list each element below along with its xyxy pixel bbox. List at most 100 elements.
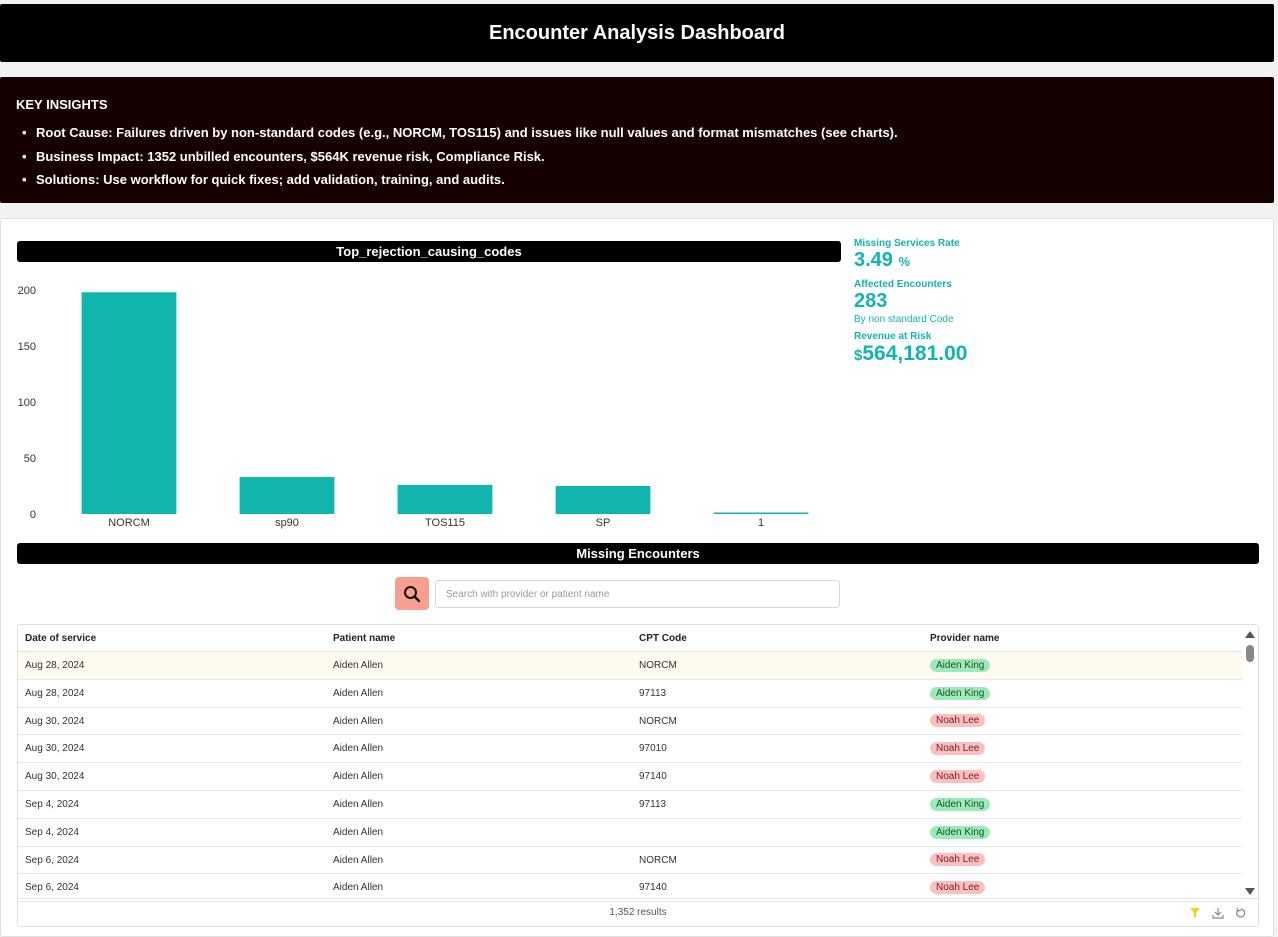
scroll-up-arrow-icon[interactable] bbox=[1245, 631, 1255, 638]
table-row[interactable]: Aug 30, 2024 Aiden Allen 97010 Noah Lee bbox=[18, 735, 1242, 764]
table-scrollbar[interactable] bbox=[1242, 625, 1258, 899]
table-actions bbox=[1187, 905, 1248, 920]
kpi-missing-rate-label: Missing Services Rate bbox=[854, 238, 960, 249]
cell-provider: Noah Lee bbox=[930, 847, 1242, 874]
table-row[interactable]: Aug 28, 2024 Aiden Allen NORCM Aiden King bbox=[18, 652, 1242, 680]
results-count: 1,352 results bbox=[609, 907, 667, 918]
provider-badge: Noah Lee bbox=[930, 881, 986, 895]
cell-date: Aug 30, 2024 bbox=[25, 743, 85, 755]
y-tick-label: 150 bbox=[18, 341, 36, 353]
kpi-revenue: Revenue at Risk $564,181.00 bbox=[854, 331, 1054, 366]
x-tick-label: NORCM bbox=[108, 517, 150, 529]
kpi-revenue-label: Revenue at Risk bbox=[854, 331, 932, 342]
kpi-missing-rate-value: 3.49 % bbox=[854, 249, 1054, 273]
insights-list: Root Cause: Failures driven by non-stand… bbox=[16, 121, 1258, 192]
cell-cpt: NORCM bbox=[639, 854, 677, 866]
scroll-thumb[interactable] bbox=[1246, 645, 1254, 662]
cell-date: Sep 4, 2024 bbox=[25, 826, 79, 838]
kpi-missing-rate-number: 3.49 bbox=[854, 249, 893, 271]
insight-item: Root Cause: Failures driven by non-stand… bbox=[16, 121, 1258, 145]
cell-cpt bbox=[639, 819, 930, 846]
cell-patient: Aiden Allen bbox=[333, 687, 384, 699]
provider-badge: Noah Lee bbox=[930, 714, 986, 728]
x-tick-label: 1 bbox=[758, 517, 764, 529]
table-row[interactable]: Sep 6, 2024 Aiden Allen NORCM Noah Lee bbox=[18, 847, 1242, 875]
cell-date: Aug 30, 2024 bbox=[25, 771, 85, 783]
cell-provider: Noah Lee bbox=[930, 763, 1242, 790]
bar-1[interactable] bbox=[713, 512, 809, 515]
cell-patient: Aiden Allen bbox=[333, 743, 384, 755]
table-row[interactable]: Aug 30, 2024 Aiden Allen 97140 Noah Lee bbox=[18, 763, 1242, 791]
search-button[interactable] bbox=[395, 577, 429, 610]
table-row[interactable]: Aug 30, 2024 Aiden Allen NORCM Noah Lee bbox=[18, 708, 1242, 736]
kpi-affected-value: 283 bbox=[854, 290, 888, 312]
column-header-cpt[interactable]: CPT Code bbox=[639, 625, 930, 651]
table-row[interactable]: Aug 28, 2024 Aiden Allen 97113 Aiden King bbox=[18, 680, 1242, 708]
cell-patient: Aiden Allen bbox=[333, 660, 384, 671]
missing-encounters-table: Date of service Patient name CPT Code Pr… bbox=[17, 624, 1259, 927]
search-icon bbox=[404, 585, 421, 602]
bar-tos115[interactable] bbox=[397, 484, 493, 514]
cell-cpt: 97113 bbox=[639, 687, 667, 699]
cell-date: Sep 4, 2024 bbox=[25, 798, 79, 810]
page-title: Encounter Analysis Dashboard bbox=[489, 21, 785, 44]
rejection-codes-chart: 0 50 100 150 200 NORCM sp90 TOS115 SP 1 bbox=[10, 270, 845, 535]
column-header-patient[interactable]: Patient name bbox=[333, 625, 639, 651]
cell-date: Sep 6, 2024 bbox=[25, 854, 79, 866]
search-input[interactable] bbox=[435, 580, 840, 608]
dashboard-header: Encounter Analysis Dashboard bbox=[0, 4, 1274, 62]
cell-patient: Aiden Allen bbox=[333, 798, 384, 810]
cell-date: Aug 30, 2024 bbox=[25, 715, 85, 727]
provider-badge: Noah Lee bbox=[930, 853, 986, 867]
kpi-panel: Missing Services Rate 3.49 % Affected En… bbox=[854, 238, 1054, 372]
chart-svg: 0 50 100 150 200 NORCM sp90 TOS115 SP 1 bbox=[18, 285, 809, 529]
x-tick-label: sp90 bbox=[275, 517, 299, 529]
bar-norcm[interactable] bbox=[81, 292, 177, 514]
cell-provider: Aiden King bbox=[930, 680, 1242, 707]
missing-encounters-title: Missing Encounters bbox=[17, 543, 1259, 564]
provider-badge: Noah Lee bbox=[930, 770, 986, 784]
table-header: Date of service Patient name CPT Code Pr… bbox=[18, 625, 1242, 652]
x-tick-label: TOS115 bbox=[425, 517, 465, 529]
cell-date: Aug 28, 2024 bbox=[25, 660, 85, 671]
cell-cpt: NORCM bbox=[639, 715, 677, 727]
cell-cpt: 97140 bbox=[639, 771, 667, 783]
cell-patient: Aiden Allen bbox=[333, 715, 384, 727]
y-tick-label: 200 bbox=[18, 285, 36, 297]
cell-provider: Aiden King bbox=[930, 791, 1242, 818]
cell-cpt: 97010 bbox=[639, 743, 667, 755]
table-row[interactable]: Sep 4, 2024 Aiden Allen 97113 Aiden King bbox=[18, 791, 1242, 819]
insight-item: Solutions: Use workflow for quick fixes;… bbox=[16, 168, 1258, 192]
table-footer: 1,352 results bbox=[18, 898, 1258, 926]
cell-patient: Aiden Allen bbox=[333, 854, 384, 866]
provider-badge: Aiden King bbox=[930, 658, 991, 672]
x-tick-label: SP bbox=[596, 517, 611, 529]
provider-badge: Aiden King bbox=[930, 797, 991, 811]
cell-patient: Aiden Allen bbox=[333, 826, 384, 838]
cell-provider: Noah Lee bbox=[930, 735, 1242, 762]
cell-cpt: 97113 bbox=[639, 798, 667, 810]
table-row[interactable]: Sep 4, 2024 Aiden Allen Aiden King bbox=[18, 819, 1242, 847]
provider-badge: Aiden King bbox=[930, 686, 991, 700]
bar-sp[interactable] bbox=[555, 486, 651, 514]
cell-provider: Aiden King bbox=[930, 652, 1242, 679]
table-body: Aug 28, 2024 Aiden Allen NORCM Aiden King Au… bbox=[18, 652, 1258, 903]
kpi-affected-label: Affected Encounters bbox=[854, 279, 952, 290]
kpi-missing-rate: Missing Services Rate 3.49 % bbox=[854, 238, 1054, 273]
cell-provider: Aiden King bbox=[930, 819, 1242, 846]
kpi-affected: Affected Encounters 283 By non standard … bbox=[854, 279, 1054, 325]
y-tick-label: 0 bbox=[30, 509, 36, 521]
bar-sp90[interactable] bbox=[239, 477, 335, 514]
download-icon[interactable] bbox=[1210, 905, 1225, 920]
cell-date: Aug 28, 2024 bbox=[25, 687, 85, 699]
cell-provider: Noah Lee bbox=[930, 708, 1242, 735]
filter-icon[interactable] bbox=[1187, 905, 1202, 920]
chart-title: Top_rejection_causing_codes bbox=[17, 241, 841, 262]
provider-badge: Noah Lee bbox=[930, 742, 986, 756]
column-header-provider[interactable]: Provider name bbox=[930, 625, 1242, 651]
kpi-revenue-value: $564,181.00 bbox=[854, 342, 1054, 366]
reset-icon[interactable] bbox=[1233, 905, 1248, 920]
y-tick-label: 100 bbox=[18, 397, 36, 409]
scroll-down-arrow-icon[interactable] bbox=[1245, 888, 1255, 895]
column-header-date[interactable]: Date of service bbox=[18, 625, 333, 651]
